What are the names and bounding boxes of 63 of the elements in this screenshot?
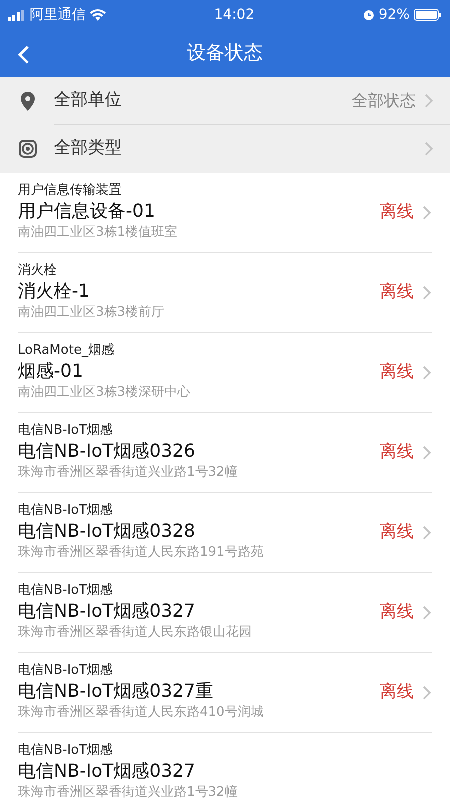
device-type: LoRaMote_烟感 [18, 343, 114, 358]
page-title: 设备状态 [187, 41, 263, 66]
device-row[interactable]: 电信NB-IoT烟感 电信NB-IoT烟感0326 珠海市香洲区翠香街道兴业路1号32幢 离线 [0, 413, 450, 493]
filter-row[interactable]: 全部单位 全部状态 [0, 77, 450, 125]
location-pin-icon [21, 92, 35, 110]
category-icon [19, 140, 37, 158]
device-name: 电信NB-IoT烟感0327重 [18, 681, 214, 702]
device-address: 南油四工业区3栋3楼前厅 [18, 304, 165, 320]
chevron-icon [422, 684, 432, 700]
device-address: 南油四工业区3栋1楼值班室 [18, 224, 178, 240]
chevron-icon [424, 141, 434, 157]
device-address: 珠海市香洲区翠香街道人民东路银山花园 [18, 624, 252, 640]
device-type: 用户信息传输装置 [18, 183, 122, 198]
device-row[interactable]: 消火栓 消火栓-1 南油四工业区3栋3楼前厅 离线 [0, 253, 450, 333]
chevron-icon [422, 604, 432, 620]
device-row[interactable]: 电信NB-IoT烟感 电信NB-IoT烟感0327 珠海市香洲区翠香街道兴业路1号32幢 [0, 733, 450, 800]
device-type: 电信NB-IoT烟感 [18, 503, 114, 518]
device-name: 消火栓-1 [18, 281, 90, 302]
battery-percent: 92% [378, 6, 410, 24]
status-label: 离线 [380, 680, 414, 704]
chevron-icon [422, 364, 432, 380]
device-row[interactable]: LoRaMote_烟感 烟感-01 南油四工业区3栋3楼深研中心 离线 [0, 333, 450, 413]
status-label: 离线 [380, 600, 414, 624]
status-label: 离线 [380, 360, 414, 384]
filter-row[interactable]: 全部类型 [0, 125, 450, 173]
device-row[interactable]: 用户信息传输装置 用户信息设备-01 南油四工业区3栋1楼值班室 离线 [0, 173, 450, 253]
filter-label: 全部类型 [54, 137, 123, 160]
device-address: 珠海市香洲区翠香街道兴业路1号32幢 [18, 784, 238, 800]
device-name: 电信NB-IoT烟感0327 [18, 761, 196, 782]
device-name: 电信NB-IoT烟感0328 [18, 521, 196, 542]
wifi-icon [90, 9, 106, 21]
device-type: 电信NB-IoT烟感 [18, 423, 114, 438]
chevron-icon [422, 444, 432, 460]
device-type: 电信NB-IoT烟感 [18, 663, 114, 678]
device-name: 烟感-01 [18, 361, 84, 382]
device-row[interactable]: 电信NB-IoT烟感 电信NB-IoT烟感0327重 珠海市香洲区翠香街道人民东路410号润城 离线 [0, 653, 450, 733]
chevron-icon [422, 524, 432, 540]
status-label: 离线 [380, 520, 414, 544]
device-address: 珠海市香洲区翠香街道人民东路410号润城 [18, 704, 264, 720]
back-icon [18, 44, 30, 65]
chevron-icon [422, 284, 432, 300]
alarm-icon [362, 9, 375, 21]
device-type: 电信NB-IoT烟感 [18, 583, 114, 598]
device-name: 电信NB-IoT烟感0326 [18, 441, 196, 462]
chevron-icon [422, 204, 432, 220]
device-row[interactable]: 电信NB-IoT烟感 电信NB-IoT烟感0327 珠海市香洲区翠香街道人民东路银山花园 离线 [0, 573, 450, 653]
chevron-icon [424, 92, 434, 108]
clock-time: 14:02 [214, 6, 255, 24]
signal-icon [8, 10, 26, 20]
device-type: 消火栓 [18, 263, 57, 278]
filter-label: 全部单位 [54, 88, 123, 112]
battery-icon [414, 9, 442, 21]
status-label: 离线 [380, 440, 414, 464]
device-name: 用户信息设备-01 [18, 201, 156, 222]
device-name: 电信NB-IoT烟感0327 [18, 601, 196, 622]
status-label: 离线 [380, 200, 414, 224]
device-row[interactable]: 电信NB-IoT烟感 电信NB-IoT烟感0328 珠海市香洲区翠香街道人民东路191号路苑 离线 [0, 493, 450, 573]
status-label: 离线 [380, 280, 414, 304]
device-address: 南油四工业区3栋3楼深研中心 [18, 384, 191, 400]
device-address: 珠海市香洲区翠香街道兴业路1号32幢 [18, 464, 238, 480]
device-address: 珠海市香洲区翠香街道人民东路191号路苑 [18, 544, 264, 560]
carrier-name: 阿里通信 [30, 6, 86, 24]
device-type: 电信NB-IoT烟感 [18, 743, 114, 758]
